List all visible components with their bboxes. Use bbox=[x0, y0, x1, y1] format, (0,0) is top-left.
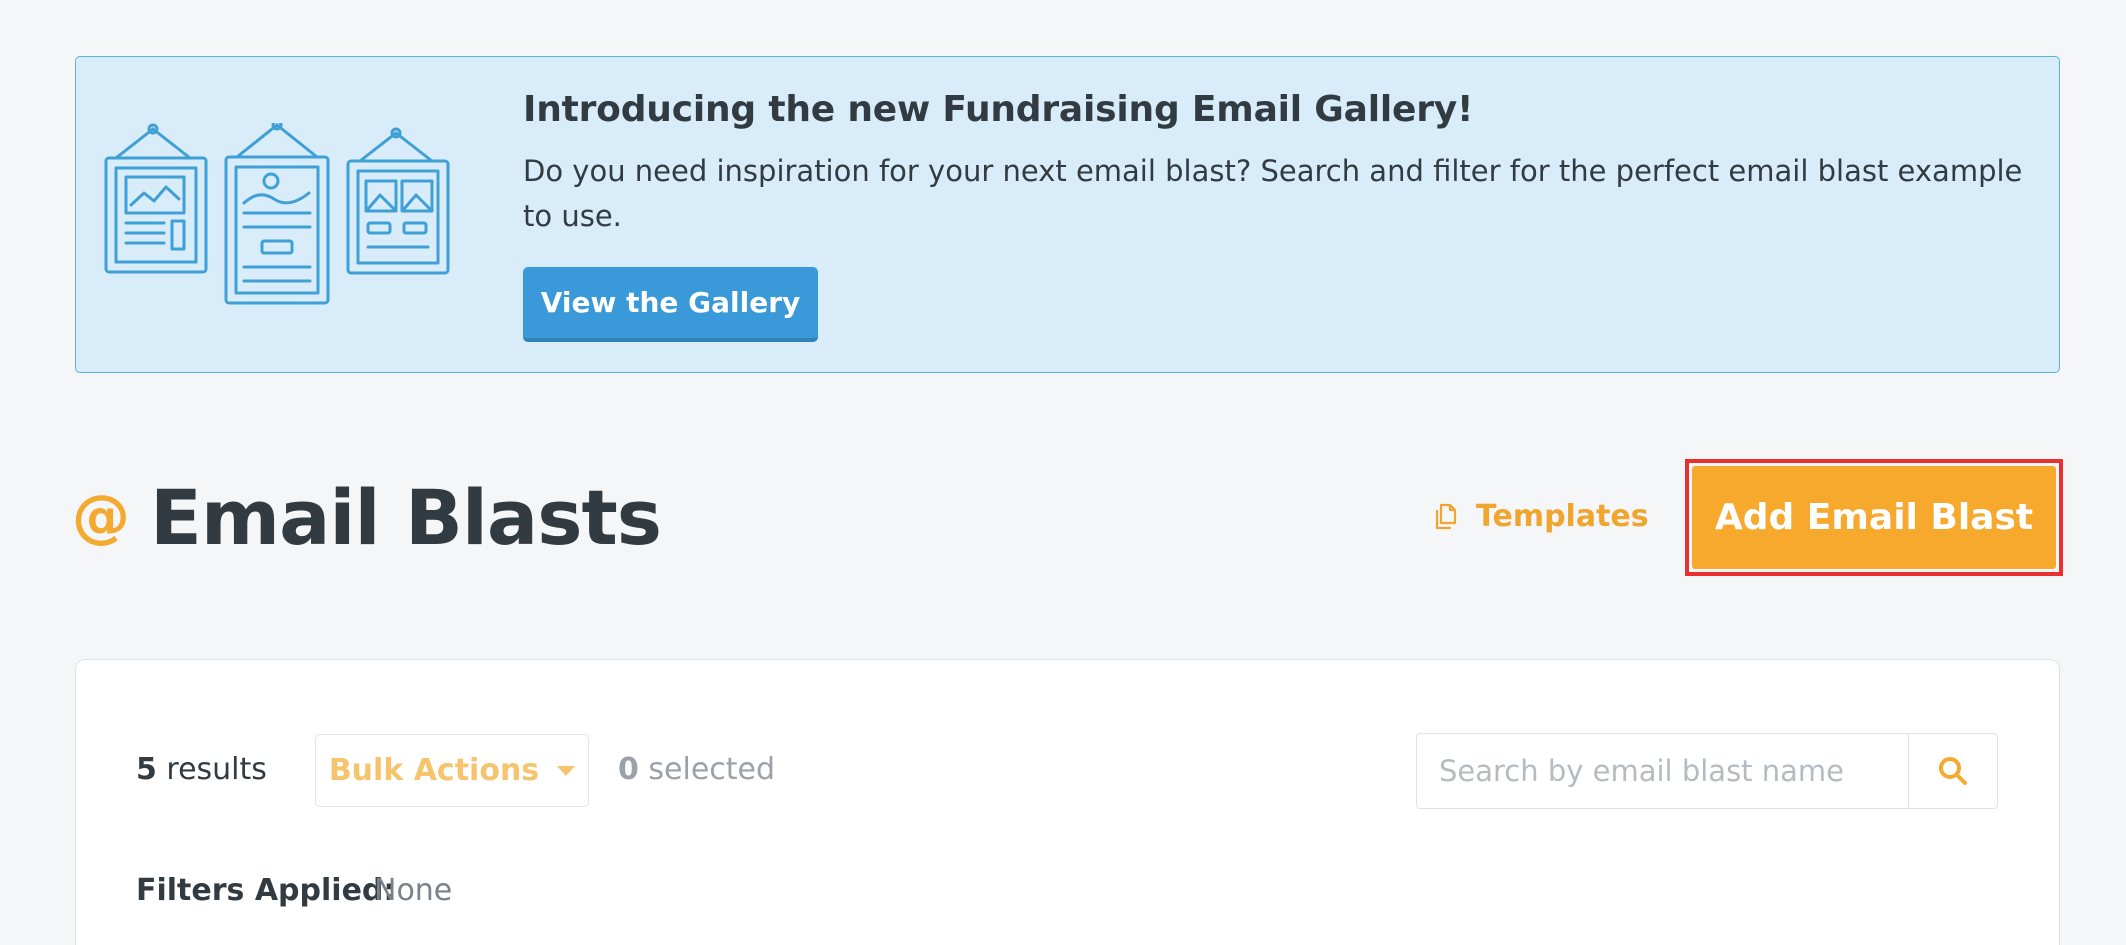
search-button[interactable] bbox=[1908, 733, 1998, 809]
selected-count: 0 selected bbox=[618, 752, 775, 787]
page-title: Email Blasts bbox=[150, 473, 662, 562]
filters-applied-label: Filters Applied: bbox=[136, 873, 396, 908]
search-icon bbox=[1939, 757, 1967, 785]
selected-count-number: 0 bbox=[618, 752, 639, 787]
framed-email-templates-illustration bbox=[104, 123, 450, 305]
banner-title: Introducing the new Fundraising Email Ga… bbox=[523, 89, 1474, 130]
templates-link[interactable]: Templates bbox=[1430, 496, 1649, 536]
results-count-number: 5 bbox=[136, 752, 157, 787]
search-input[interactable] bbox=[1416, 733, 1909, 809]
add-email-blast-button[interactable]: Add Email Blast bbox=[1692, 466, 2056, 569]
bulk-actions-label: Bulk Actions bbox=[328, 753, 540, 788]
results-count-label: results bbox=[156, 752, 267, 787]
selected-count-label: selected bbox=[638, 752, 776, 787]
copy-icon bbox=[1435, 503, 1457, 530]
bulk-actions-dropdown[interactable]: Bulk Actions bbox=[315, 734, 589, 807]
gallery-banner: Introducing the new Fundraising Email Ga… bbox=[75, 56, 2060, 373]
caret-down-icon bbox=[557, 765, 576, 776]
view-gallery-button[interactable]: View the Gallery bbox=[523, 267, 818, 342]
banner-description: Do you need inspiration for your next em… bbox=[523, 154, 2023, 233]
templates-label: Templates bbox=[1476, 498, 1649, 534]
results-count: 5 results bbox=[136, 752, 267, 787]
filters-applied-value: None bbox=[374, 873, 453, 908]
at-sign-icon: @ bbox=[72, 482, 130, 550]
